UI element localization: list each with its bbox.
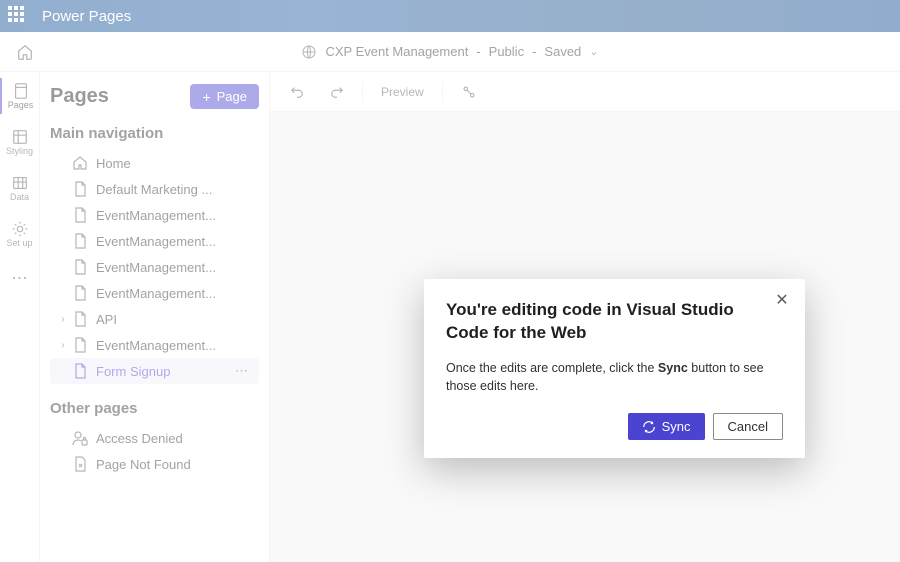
- preview-label: Preview: [381, 85, 424, 99]
- site-visibility: Public: [489, 44, 524, 59]
- tree-item-not-found[interactable]: Page Not Found: [50, 451, 259, 477]
- site-name: CXP Event Management: [325, 44, 468, 59]
- tree-item[interactable]: EventManagement...: [50, 280, 259, 306]
- tree-item[interactable]: EventManagement...: [50, 254, 259, 280]
- rail-label: Styling: [6, 146, 33, 156]
- add-page-label: Page: [217, 89, 247, 104]
- home-icon[interactable]: [16, 43, 34, 61]
- rail-label: Pages: [8, 100, 34, 110]
- styling-icon: [11, 128, 29, 146]
- tree-label: EventManagement...: [96, 286, 216, 301]
- sync-button[interactable]: Sync: [628, 413, 705, 440]
- tree-item-api[interactable]: › API: [50, 306, 259, 332]
- other-pages-tree: Access Denied Page Not Found: [50, 425, 259, 477]
- more-icon[interactable]: ⋯: [231, 363, 253, 379]
- page-error-icon: [72, 456, 88, 472]
- page-icon: [72, 181, 88, 197]
- tree-label: Page Not Found: [96, 457, 191, 472]
- chevron-right-icon[interactable]: ›: [56, 314, 70, 325]
- rail-item-setup[interactable]: Set up: [0, 216, 40, 252]
- tree-label: EventManagement...: [96, 234, 216, 249]
- page-icon: [72, 311, 88, 327]
- page-icon: [72, 337, 88, 353]
- page-icon: [72, 285, 88, 301]
- tree-label: API: [96, 312, 117, 327]
- site-context[interactable]: CXP Event Management - Public - Saved ⌄: [301, 44, 598, 60]
- sync-label: Sync: [662, 419, 691, 434]
- gear-icon: [11, 220, 29, 238]
- more-icon[interactable]: ⋯: [12, 268, 28, 288]
- tree-label: EventManagement...: [96, 260, 216, 275]
- dialog-body: Once the edits are complete, click the S…: [446, 359, 783, 395]
- other-pages-heading: Other pages: [50, 400, 259, 417]
- page-icon: [72, 207, 88, 223]
- panel-title: Pages: [50, 85, 109, 108]
- tree-item-home[interactable]: Home: [50, 150, 259, 176]
- undo-button[interactable]: [282, 81, 312, 103]
- page-icon: [72, 233, 88, 249]
- code-button[interactable]: [453, 80, 485, 104]
- page-icon: [72, 363, 88, 379]
- cancel-button[interactable]: Cancel: [713, 413, 783, 440]
- dialog-title: You're editing code in Visual Studio Cod…: [446, 299, 783, 345]
- rail-label: Data: [10, 192, 29, 202]
- redo-button[interactable]: [322, 81, 352, 103]
- add-page-button[interactable]: + Page: [190, 84, 259, 109]
- tree-item[interactable]: › EventManagement...: [50, 332, 259, 358]
- left-nav-rail: Pages Styling Data Set up ⋯: [0, 72, 40, 562]
- tree-item[interactable]: Default Marketing ...: [50, 176, 259, 202]
- tree-label: Form Signup: [96, 364, 170, 379]
- main-nav-tree: Home Default Marketing ... EventManageme…: [50, 150, 259, 384]
- page-icon: [12, 82, 30, 100]
- data-icon: [11, 174, 29, 192]
- close-icon[interactable]: ✕: [773, 293, 791, 311]
- chevron-right-icon[interactable]: ›: [56, 340, 70, 351]
- chevron-down-icon: ⌄: [589, 45, 598, 58]
- tree-item[interactable]: EventManagement...: [50, 228, 259, 254]
- tree-label: Default Marketing ...: [96, 182, 212, 197]
- sync-icon: [642, 420, 656, 434]
- page-icon: [72, 259, 88, 275]
- tree-item-form-signup[interactable]: Form Signup ⋯: [50, 358, 259, 384]
- tree-label: Access Denied: [96, 431, 183, 446]
- tree-label: Home: [96, 156, 131, 171]
- pages-panel: Pages + Page Main navigation Home Defaul…: [40, 72, 270, 562]
- product-title: Power Pages: [42, 8, 131, 25]
- cancel-label: Cancel: [728, 419, 768, 434]
- rail-item-data[interactable]: Data: [0, 170, 40, 206]
- save-state: Saved: [544, 44, 581, 59]
- rail-label: Set up: [6, 238, 32, 248]
- tree-label: EventManagement...: [96, 338, 216, 353]
- rail-item-styling[interactable]: Styling: [0, 124, 40, 160]
- tree-item-access-denied[interactable]: Access Denied: [50, 425, 259, 451]
- tree-label: EventManagement...: [96, 208, 216, 223]
- rail-item-pages[interactable]: Pages: [0, 78, 40, 114]
- separator: [362, 82, 363, 102]
- home-icon: [72, 155, 88, 171]
- plus-icon: +: [202, 90, 210, 104]
- editor-toolbar: Preview: [270, 72, 900, 112]
- sync-dialog: ✕ You're editing code in Visual Studio C…: [424, 279, 805, 458]
- person-lock-icon: [72, 430, 88, 446]
- separator: [442, 82, 443, 102]
- globe-icon: [301, 44, 317, 60]
- main-nav-heading: Main navigation: [50, 125, 259, 142]
- app-launcher-icon[interactable]: [8, 6, 28, 26]
- preview-button[interactable]: Preview: [373, 81, 432, 103]
- tree-item[interactable]: EventManagement...: [50, 202, 259, 228]
